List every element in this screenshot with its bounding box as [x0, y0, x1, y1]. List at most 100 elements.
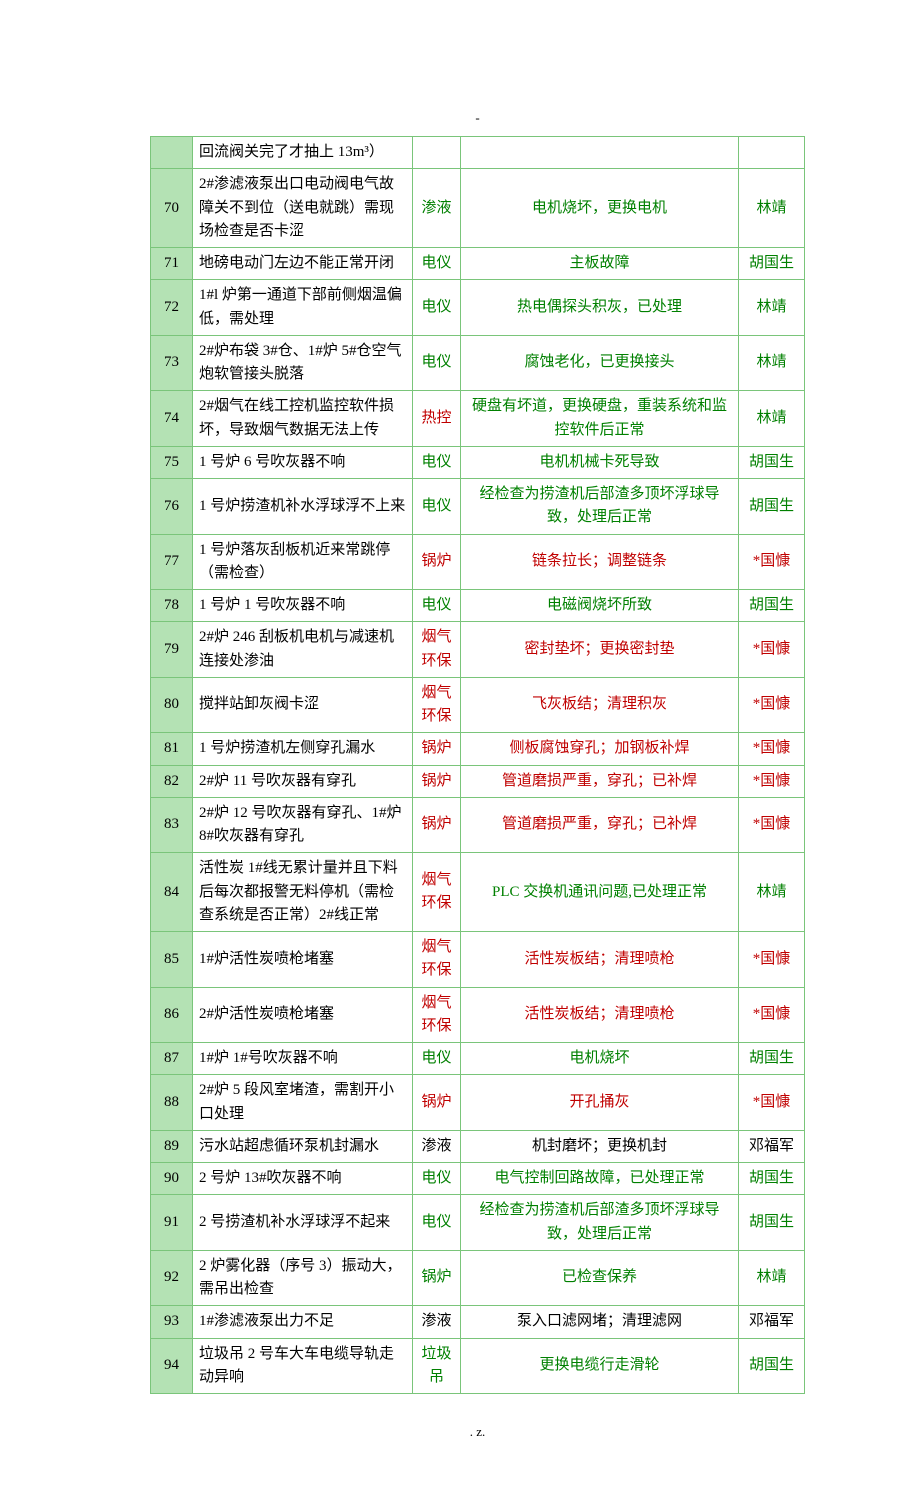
row-category: 电仪 [413, 1163, 461, 1195]
row-index: 78 [151, 590, 193, 622]
row-person: 林靖 [739, 391, 805, 447]
row-solution: 密封垫坏；更换密封垫 [461, 622, 739, 678]
row-index: 73 [151, 335, 193, 391]
table-row: 761 号炉捞渣机补水浮球浮不上来电仪经检查为捞渣机后部渣多顶坏浮球导致，处理后… [151, 479, 805, 535]
row-person [739, 137, 805, 169]
row-index: 94 [151, 1338, 193, 1394]
row-description: 1 号炉 1 号吹灰器不响 [193, 590, 413, 622]
row-person: *国慷 [739, 1075, 805, 1131]
row-description: 搅拌站卸灰阀卡涩 [193, 677, 413, 733]
table-row: 811 号炉捞渣机左侧穿孔漏水锅炉侧板腐蚀穿孔；加钢板补焊*国慷 [151, 733, 805, 765]
row-solution: 硬盘有坏道，更换硬盘，重装系统和监控软件后正常 [461, 391, 739, 447]
table-row: 902 号炉 13#吹灰器不响电仪电气控制回路故障，已处理正常胡国生 [151, 1163, 805, 1195]
row-category: 电仪 [413, 590, 461, 622]
row-person: 林靖 [739, 335, 805, 391]
row-person: 林靖 [739, 169, 805, 248]
row-category: 锅炉 [413, 765, 461, 797]
row-index: 83 [151, 797, 193, 853]
row-index: 70 [151, 169, 193, 248]
row-category [413, 137, 461, 169]
row-solution [461, 137, 739, 169]
row-person: *国慷 [739, 534, 805, 590]
row-description: 1#炉 1#号吹灰器不响 [193, 1043, 413, 1075]
row-description: 地磅电动门左边不能正常开闭 [193, 248, 413, 280]
row-person: 胡国生 [739, 1195, 805, 1251]
row-person: 胡国生 [739, 446, 805, 478]
row-solution: 腐蚀老化，已更换接头 [461, 335, 739, 391]
row-solution: 主板故障 [461, 248, 739, 280]
row-category: 烟气环保 [413, 987, 461, 1043]
row-description: 活性炭 1#线无累计量并且下料后每次都报警无料停机（需检查系统是否正常）2#线正… [193, 853, 413, 932]
row-category: 锅炉 [413, 797, 461, 853]
table-row: 94垃圾吊 2 号车大车电缆导轨走动异响垃圾吊更换电缆行走滑轮胡国生 [151, 1338, 805, 1394]
table-row: 84活性炭 1#线无累计量并且下料后每次都报警无料停机（需检查系统是否正常）2#… [151, 853, 805, 932]
row-index: 79 [151, 622, 193, 678]
table-row: 862#炉活性炭喷枪堵塞烟气环保活性炭板结；清理喷枪*国慷 [151, 987, 805, 1043]
row-description: 2#炉 12 号吹灰器有穿孔、1#炉 8#吹灰器有穿孔 [193, 797, 413, 853]
row-solution: 已检查保养 [461, 1250, 739, 1306]
table-row: 922 炉雾化器（序号 3）振动大，需吊出检查锅炉已检查保养林靖 [151, 1250, 805, 1306]
header-mark: - [150, 110, 805, 126]
table-row: 912 号捞渣机补水浮球浮不起来电仪经检查为捞渣机后部渣多顶坏浮球导致，处理后正… [151, 1195, 805, 1251]
table-row: 80搅拌站卸灰阀卡涩烟气环保飞灰板结；清理积灰*国慷 [151, 677, 805, 733]
row-solution: 管道磨损严重，穿孔；已补焊 [461, 797, 739, 853]
row-category: 锅炉 [413, 1075, 461, 1131]
row-person: *国慷 [739, 932, 805, 988]
row-solution: 更换电缆行走滑轮 [461, 1338, 739, 1394]
row-solution: 经检查为捞渣机后部渣多顶坏浮球导致，处理后正常 [461, 1195, 739, 1251]
row-description: 2#炉活性炭喷枪堵塞 [193, 987, 413, 1043]
row-solution: 热电偶探头积灰，已处理 [461, 280, 739, 336]
row-index: 77 [151, 534, 193, 590]
row-description: 回流阀关完了才抽上 13m³） [193, 137, 413, 169]
row-category: 电仪 [413, 479, 461, 535]
row-description: 2#烟气在线工控机监控软件损坏，导致烟气数据无法上传 [193, 391, 413, 447]
row-index: 89 [151, 1130, 193, 1162]
table-row: 832#炉 12 号吹灰器有穿孔、1#炉 8#吹灰器有穿孔锅炉管道磨损严重，穿孔… [151, 797, 805, 853]
table-row: 742#烟气在线工控机监控软件损坏，导致烟气数据无法上传热控硬盘有坏道，更换硬盘… [151, 391, 805, 447]
row-person: *国慷 [739, 622, 805, 678]
row-description: 2 炉雾化器（序号 3）振动大，需吊出检查 [193, 1250, 413, 1306]
row-index: 84 [151, 853, 193, 932]
table-row: 851#炉活性炭喷枪堵塞烟气环保活性炭板结；清理喷枪*国慷 [151, 932, 805, 988]
row-solution: 机封磨坏；更换机封 [461, 1130, 739, 1162]
row-solution: 飞灰板结；清理积灰 [461, 677, 739, 733]
row-category: 电仪 [413, 1195, 461, 1251]
row-index: 91 [151, 1195, 193, 1251]
row-description: 1#l 炉第一通道下部前侧烟温偏低，需处理 [193, 280, 413, 336]
row-solution: 电磁阀烧坏所致 [461, 590, 739, 622]
row-description: 2#炉 11 号吹灰器有穿孔 [193, 765, 413, 797]
row-solution: 泵入口滤网堵；清理滤网 [461, 1306, 739, 1338]
row-category: 热控 [413, 391, 461, 447]
row-index: 80 [151, 677, 193, 733]
table-row: 882#炉 5 段风室堵渣，需割开小口处理锅炉开孔捅灰*国慷 [151, 1075, 805, 1131]
table-row: 732#炉布袋 3#仓、1#炉 5#仓空气炮软管接头脱落电仪腐蚀老化，已更换接头… [151, 335, 805, 391]
table-row: 721#l 炉第一通道下部前侧烟温偏低，需处理电仪热电偶探头积灰，已处理林靖 [151, 280, 805, 336]
row-solution: 电机机械卡死导致 [461, 446, 739, 478]
row-solution: 管道磨损严重，穿孔；已补焊 [461, 765, 739, 797]
row-person: 胡国生 [739, 248, 805, 280]
row-description: 2 号炉 13#吹灰器不响 [193, 1163, 413, 1195]
row-index: 90 [151, 1163, 193, 1195]
table-row: 871#炉 1#号吹灰器不响电仪电机烧坏胡国生 [151, 1043, 805, 1075]
row-solution: PLC 交换机通讯问题,已处理正常 [461, 853, 739, 932]
row-person: 胡国生 [739, 1163, 805, 1195]
row-solution: 活性炭板结；清理喷枪 [461, 932, 739, 988]
row-category: 电仪 [413, 1043, 461, 1075]
row-solution: 开孔捅灰 [461, 1075, 739, 1131]
row-person: 林靖 [739, 853, 805, 932]
row-solution: 电气控制回路故障，已处理正常 [461, 1163, 739, 1195]
row-category: 渗液 [413, 169, 461, 248]
row-index: 71 [151, 248, 193, 280]
row-index: 74 [151, 391, 193, 447]
row-description: 2#炉布袋 3#仓、1#炉 5#仓空气炮软管接头脱落 [193, 335, 413, 391]
row-description: 2#炉 246 刮板机电机与减速机连接处渗油 [193, 622, 413, 678]
row-solution: 经检查为捞渣机后部渣多顶坏浮球导致，处理后正常 [461, 479, 739, 535]
defect-table: 回流阀关完了才抽上 13m³）702#渗滤液泵出口电动阀电气故障关不到位（送电就… [150, 136, 805, 1394]
table-row: 89污水站超虑循环泵机封漏水渗液机封磨坏；更换机封邓福军 [151, 1130, 805, 1162]
table-row: 771 号炉落灰刮板机近来常跳停（需检查）锅炉链条拉长；调整链条*国慷 [151, 534, 805, 590]
row-index: 85 [151, 932, 193, 988]
row-person: 邓福军 [739, 1306, 805, 1338]
row-person: 邓福军 [739, 1130, 805, 1162]
row-index: 87 [151, 1043, 193, 1075]
row-solution: 活性炭板结；清理喷枪 [461, 987, 739, 1043]
